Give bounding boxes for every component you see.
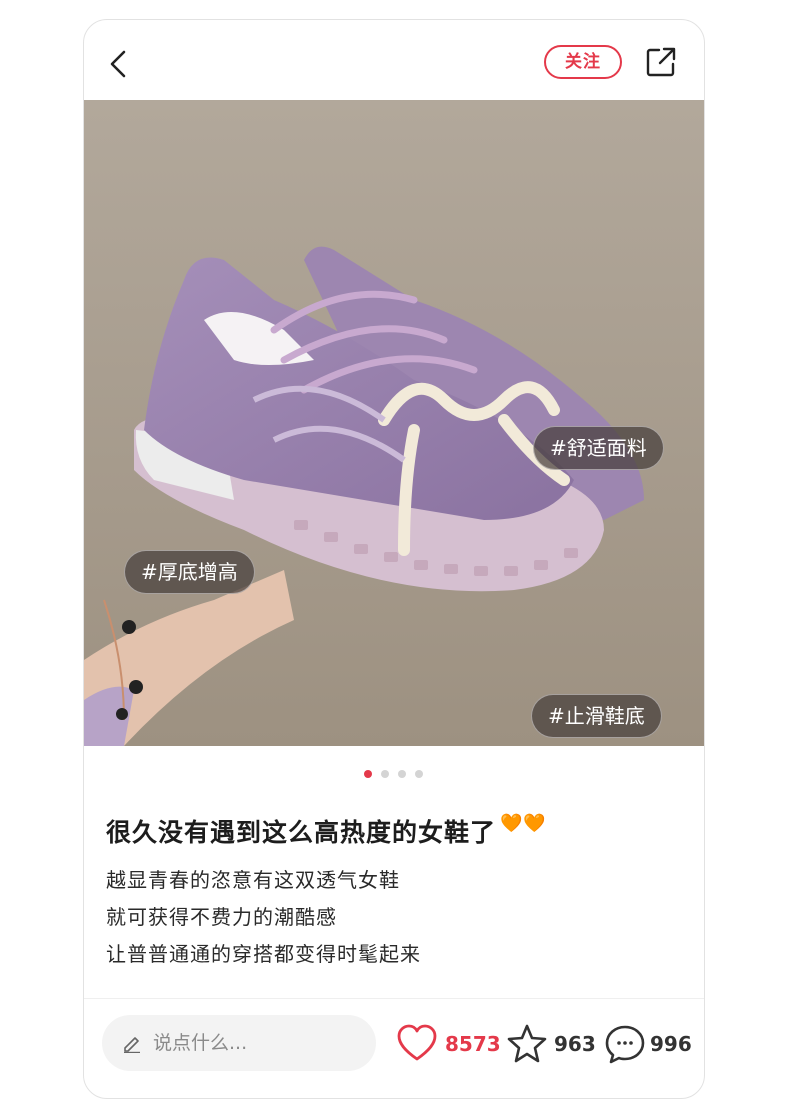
tag-thick-sole[interactable]: #厚底增高 [124, 550, 255, 594]
divider [84, 998, 704, 999]
product-photo[interactable]: #舒适面料 #厚底增高 #止滑鞋底 [84, 100, 704, 746]
top-bar: 关注 [84, 20, 704, 100]
pager-dot-active[interactable] [364, 770, 372, 778]
pager-dot[interactable] [415, 770, 423, 778]
share-button[interactable] [644, 45, 678, 79]
star-icon [507, 1024, 547, 1063]
sneaker-image [84, 100, 704, 746]
like-count: 8573 [445, 1032, 501, 1056]
back-button[interactable] [102, 46, 138, 82]
post-title-text: 很久没有遇到这么高热度的女鞋了 [106, 818, 497, 847]
heart-icon [397, 1024, 437, 1061]
star-count: 963 [554, 1032, 596, 1056]
comment-bubble-icon [605, 1025, 645, 1064]
body-line: 越显青春的恣意有这双透气女鞋 [106, 868, 400, 892]
follow-button[interactable]: 关注 [544, 45, 622, 79]
post-title: 很久没有遇到这么高热度的女鞋了 🧡🧡 [106, 813, 696, 849]
body-line: 就可获得不费力的潮酷感 [106, 905, 337, 929]
comment-input[interactable]: 说点什么... [102, 1015, 376, 1071]
heart-emoji: 🧡🧡 [500, 813, 547, 834]
tag-anti-slip-sole[interactable]: #止滑鞋底 [531, 694, 662, 738]
share-icon [646, 47, 676, 77]
body-line: 让普普通通的穿搭都变得时髦起来 [106, 942, 421, 966]
pager-dot[interactable] [381, 770, 389, 778]
pager-dot[interactable] [398, 770, 406, 778]
image-pager [364, 763, 432, 778]
post-body: 越显青春的恣意有这双透气女鞋 就可获得不费力的潮酷感 让普普通通的穿搭都变得时髦… [106, 862, 686, 973]
chevron-left-icon [110, 50, 126, 78]
post-card: 关注 #舒适面料 #厚底增高 #止滑鞋底 很久没有遇到这么高热度的女鞋了 🧡🧡 … [83, 19, 705, 1099]
pencil-icon [124, 1037, 140, 1053]
comment-placeholder: 说点什么... [153, 1032, 248, 1054]
tag-comfort-fabric[interactable]: #舒适面料 [533, 426, 664, 470]
comment-count: 996 [650, 1032, 692, 1056]
